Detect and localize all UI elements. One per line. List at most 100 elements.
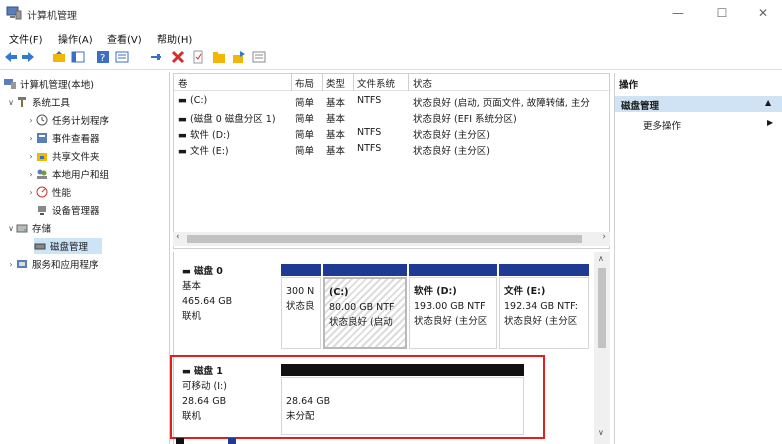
chevron-down-icon[interactable]: ∨ bbox=[6, 98, 16, 107]
disk-icon: ▬ bbox=[182, 266, 194, 277]
volume-list: 卷 布局 类型 文件系统 状态 ▬ (C:) 简单 基本 NTFS 状态良好 (… bbox=[173, 73, 611, 249]
tree-item-performance[interactable]: › 性能 bbox=[26, 184, 71, 200]
partition-e[interactable]: 文件 (E:) 192.34 GB NTF: 状态良好 (主分区 bbox=[499, 277, 589, 349]
disk-map-vertical-scrollbar[interactable]: ∧ ∨ bbox=[594, 252, 610, 444]
tree-item-label: 系统工具 bbox=[32, 98, 71, 109]
console-tree-icon[interactable] bbox=[71, 50, 85, 64]
more-actions-link[interactable]: 更多操作 bbox=[643, 118, 681, 132]
tree-item-label: 服务和应用程序 bbox=[32, 260, 99, 271]
pin-icon[interactable] bbox=[149, 50, 163, 64]
partition-bar bbox=[499, 264, 589, 276]
folder-icon[interactable] bbox=[212, 50, 226, 64]
collapse-up-icon[interactable]: ▲ bbox=[765, 98, 771, 107]
back-arrow-icon[interactable] bbox=[4, 50, 18, 64]
svg-text:?: ? bbox=[100, 53, 105, 64]
column-header-filesystem[interactable]: 文件系统 bbox=[357, 76, 395, 90]
properties-icon[interactable] bbox=[115, 50, 129, 64]
menu-bar: 文件(F) 操作(A) 查看(V) 帮助(H) bbox=[0, 28, 782, 46]
partition-title: 文件 (E:) bbox=[504, 286, 546, 297]
volume-name-text: (C:) bbox=[190, 95, 208, 106]
event-viewer-icon bbox=[37, 133, 47, 143]
highlight-box bbox=[170, 355, 545, 439]
disk-0-info[interactable]: ▬ 磁盘 0 基本 465.64 GB 联机 bbox=[182, 264, 232, 324]
tree-item-storage[interactable]: ∨ 存储 bbox=[6, 220, 51, 236]
maximize-button[interactable]: ☐ bbox=[711, 4, 733, 22]
console-tree: 计算机管理(本地) ∨ 系统工具 › 任务计划程序 › 事件查看器 › 共享文件… bbox=[0, 72, 170, 444]
document-icon[interactable] bbox=[191, 50, 205, 64]
forward-arrow-icon[interactable] bbox=[21, 50, 35, 64]
column-divider[interactable] bbox=[408, 74, 409, 91]
partition-size: 80.00 GB NTF bbox=[329, 302, 395, 313]
scroll-right-icon[interactable]: › bbox=[602, 232, 606, 242]
chevron-right-icon[interactable]: › bbox=[6, 260, 16, 269]
scrollbar-thumb[interactable] bbox=[187, 235, 582, 243]
column-header-layout[interactable]: 布局 bbox=[295, 76, 314, 90]
tree-item-shared-folders[interactable]: › 共享文件夹 bbox=[26, 148, 99, 164]
column-header-type[interactable]: 类型 bbox=[326, 76, 345, 90]
tree-item-device-manager[interactable]: 设备管理器 bbox=[36, 202, 100, 218]
export-icon[interactable] bbox=[232, 50, 246, 64]
actions-pane: 操作 磁盘管理 ▲ 更多操作 ▶ bbox=[614, 73, 782, 444]
tree-item-services[interactable]: › 服务和应用程序 bbox=[6, 256, 99, 272]
partition-title: 软件 (D:) bbox=[414, 286, 457, 297]
column-divider[interactable] bbox=[322, 74, 323, 91]
computer-management-icon bbox=[4, 79, 16, 89]
legend-strip bbox=[176, 437, 276, 444]
chevron-right-icon[interactable]: ▶ bbox=[767, 118, 773, 127]
tree-item-label: 设备管理器 bbox=[52, 206, 100, 217]
help-icon[interactable]: ? bbox=[96, 50, 110, 64]
table-row[interactable]: ▬ (磁盘 0 磁盘分区 1) 简单 基本 状态良好 (EFI 系统分区) bbox=[174, 110, 611, 125]
legend-swatch bbox=[228, 438, 236, 444]
partition-d[interactable]: 软件 (D:) 193.00 GB NTF 状态良好 (主分区 bbox=[409, 277, 497, 349]
volume-layout: 简单 bbox=[295, 146, 315, 157]
volume-name: ▬ (C:) bbox=[178, 95, 208, 106]
list-icon[interactable] bbox=[252, 50, 266, 64]
chevron-right-icon[interactable]: › bbox=[26, 170, 36, 179]
chevron-right-icon[interactable]: › bbox=[26, 116, 36, 125]
folder-up-icon[interactable] bbox=[52, 50, 66, 64]
menu-action[interactable]: 操作(A) bbox=[58, 31, 93, 46]
services-icon bbox=[17, 260, 27, 268]
table-row[interactable]: ▬ 软件 (D:) 简单 基本 NTFS 状态良好 (主分区) bbox=[174, 126, 611, 141]
volume-type: 基本 bbox=[326, 98, 346, 109]
tree-item-task-scheduler[interactable]: › 任务计划程序 bbox=[26, 112, 109, 128]
menu-file[interactable]: 文件(F) bbox=[9, 31, 43, 46]
delete-icon[interactable] bbox=[171, 50, 185, 64]
partition-efi[interactable]: 300 N 状态良 bbox=[281, 277, 321, 349]
scroll-left-icon[interactable]: ‹ bbox=[176, 232, 180, 242]
tree-item-local-users[interactable]: › 本地用户和组 bbox=[26, 166, 109, 182]
chevron-right-icon[interactable]: › bbox=[26, 134, 36, 143]
table-row[interactable]: ▬ 文件 (E:) 简单 基本 NTFS 状态良好 (主分区) bbox=[174, 142, 611, 157]
tree-item-disk-management[interactable]: 磁盘管理 bbox=[34, 238, 102, 254]
column-header-volume[interactable]: 卷 bbox=[178, 76, 188, 90]
scroll-down-icon[interactable]: ∨ bbox=[598, 428, 604, 437]
scroll-up-icon[interactable]: ∧ bbox=[598, 254, 604, 263]
minimize-button[interactable]: — bbox=[667, 4, 689, 22]
users-icon bbox=[37, 169, 47, 179]
partition-c[interactable]: (C:) 80.00 GB NTF 状态良好 (启动 bbox=[323, 277, 407, 349]
window-title: 计算机管理 bbox=[27, 11, 77, 22]
chevron-right-icon[interactable]: › bbox=[26, 188, 36, 197]
chevron-right-icon[interactable]: › bbox=[26, 152, 36, 161]
tree-item-event-viewer[interactable]: › 事件查看器 bbox=[26, 130, 100, 146]
column-divider[interactable] bbox=[353, 74, 354, 91]
table-row[interactable]: ▬ (C:) 简单 基本 NTFS 状态良好 (启动, 页面文件, 故障转储, … bbox=[174, 94, 611, 109]
actions-section-disk-management[interactable]: 磁盘管理 ▲ bbox=[615, 96, 782, 112]
volume-type: 基本 bbox=[326, 114, 346, 125]
legend-swatch bbox=[176, 438, 184, 444]
volume-type: 基本 bbox=[326, 130, 346, 141]
close-button[interactable]: ✕ bbox=[752, 4, 774, 22]
disk-size: 465.64 GB bbox=[182, 296, 233, 307]
volume-list-horizontal-scrollbar[interactable]: ‹ › bbox=[173, 232, 610, 246]
chevron-down-icon[interactable]: ∨ bbox=[6, 224, 16, 233]
partition-size: 300 N bbox=[286, 286, 315, 297]
tree-item-system-tools[interactable]: ∨ 系统工具 bbox=[6, 94, 70, 110]
actions-title: 操作 bbox=[619, 80, 639, 91]
column-header-status[interactable]: 状态 bbox=[413, 76, 432, 90]
menu-view[interactable]: 查看(V) bbox=[107, 31, 142, 46]
menu-help[interactable]: 帮助(H) bbox=[157, 31, 192, 46]
tree-item-root[interactable]: 计算机管理(本地) bbox=[4, 76, 94, 92]
clock-icon bbox=[36, 114, 48, 126]
scrollbar-thumb[interactable] bbox=[598, 268, 606, 348]
column-divider[interactable] bbox=[291, 74, 292, 91]
